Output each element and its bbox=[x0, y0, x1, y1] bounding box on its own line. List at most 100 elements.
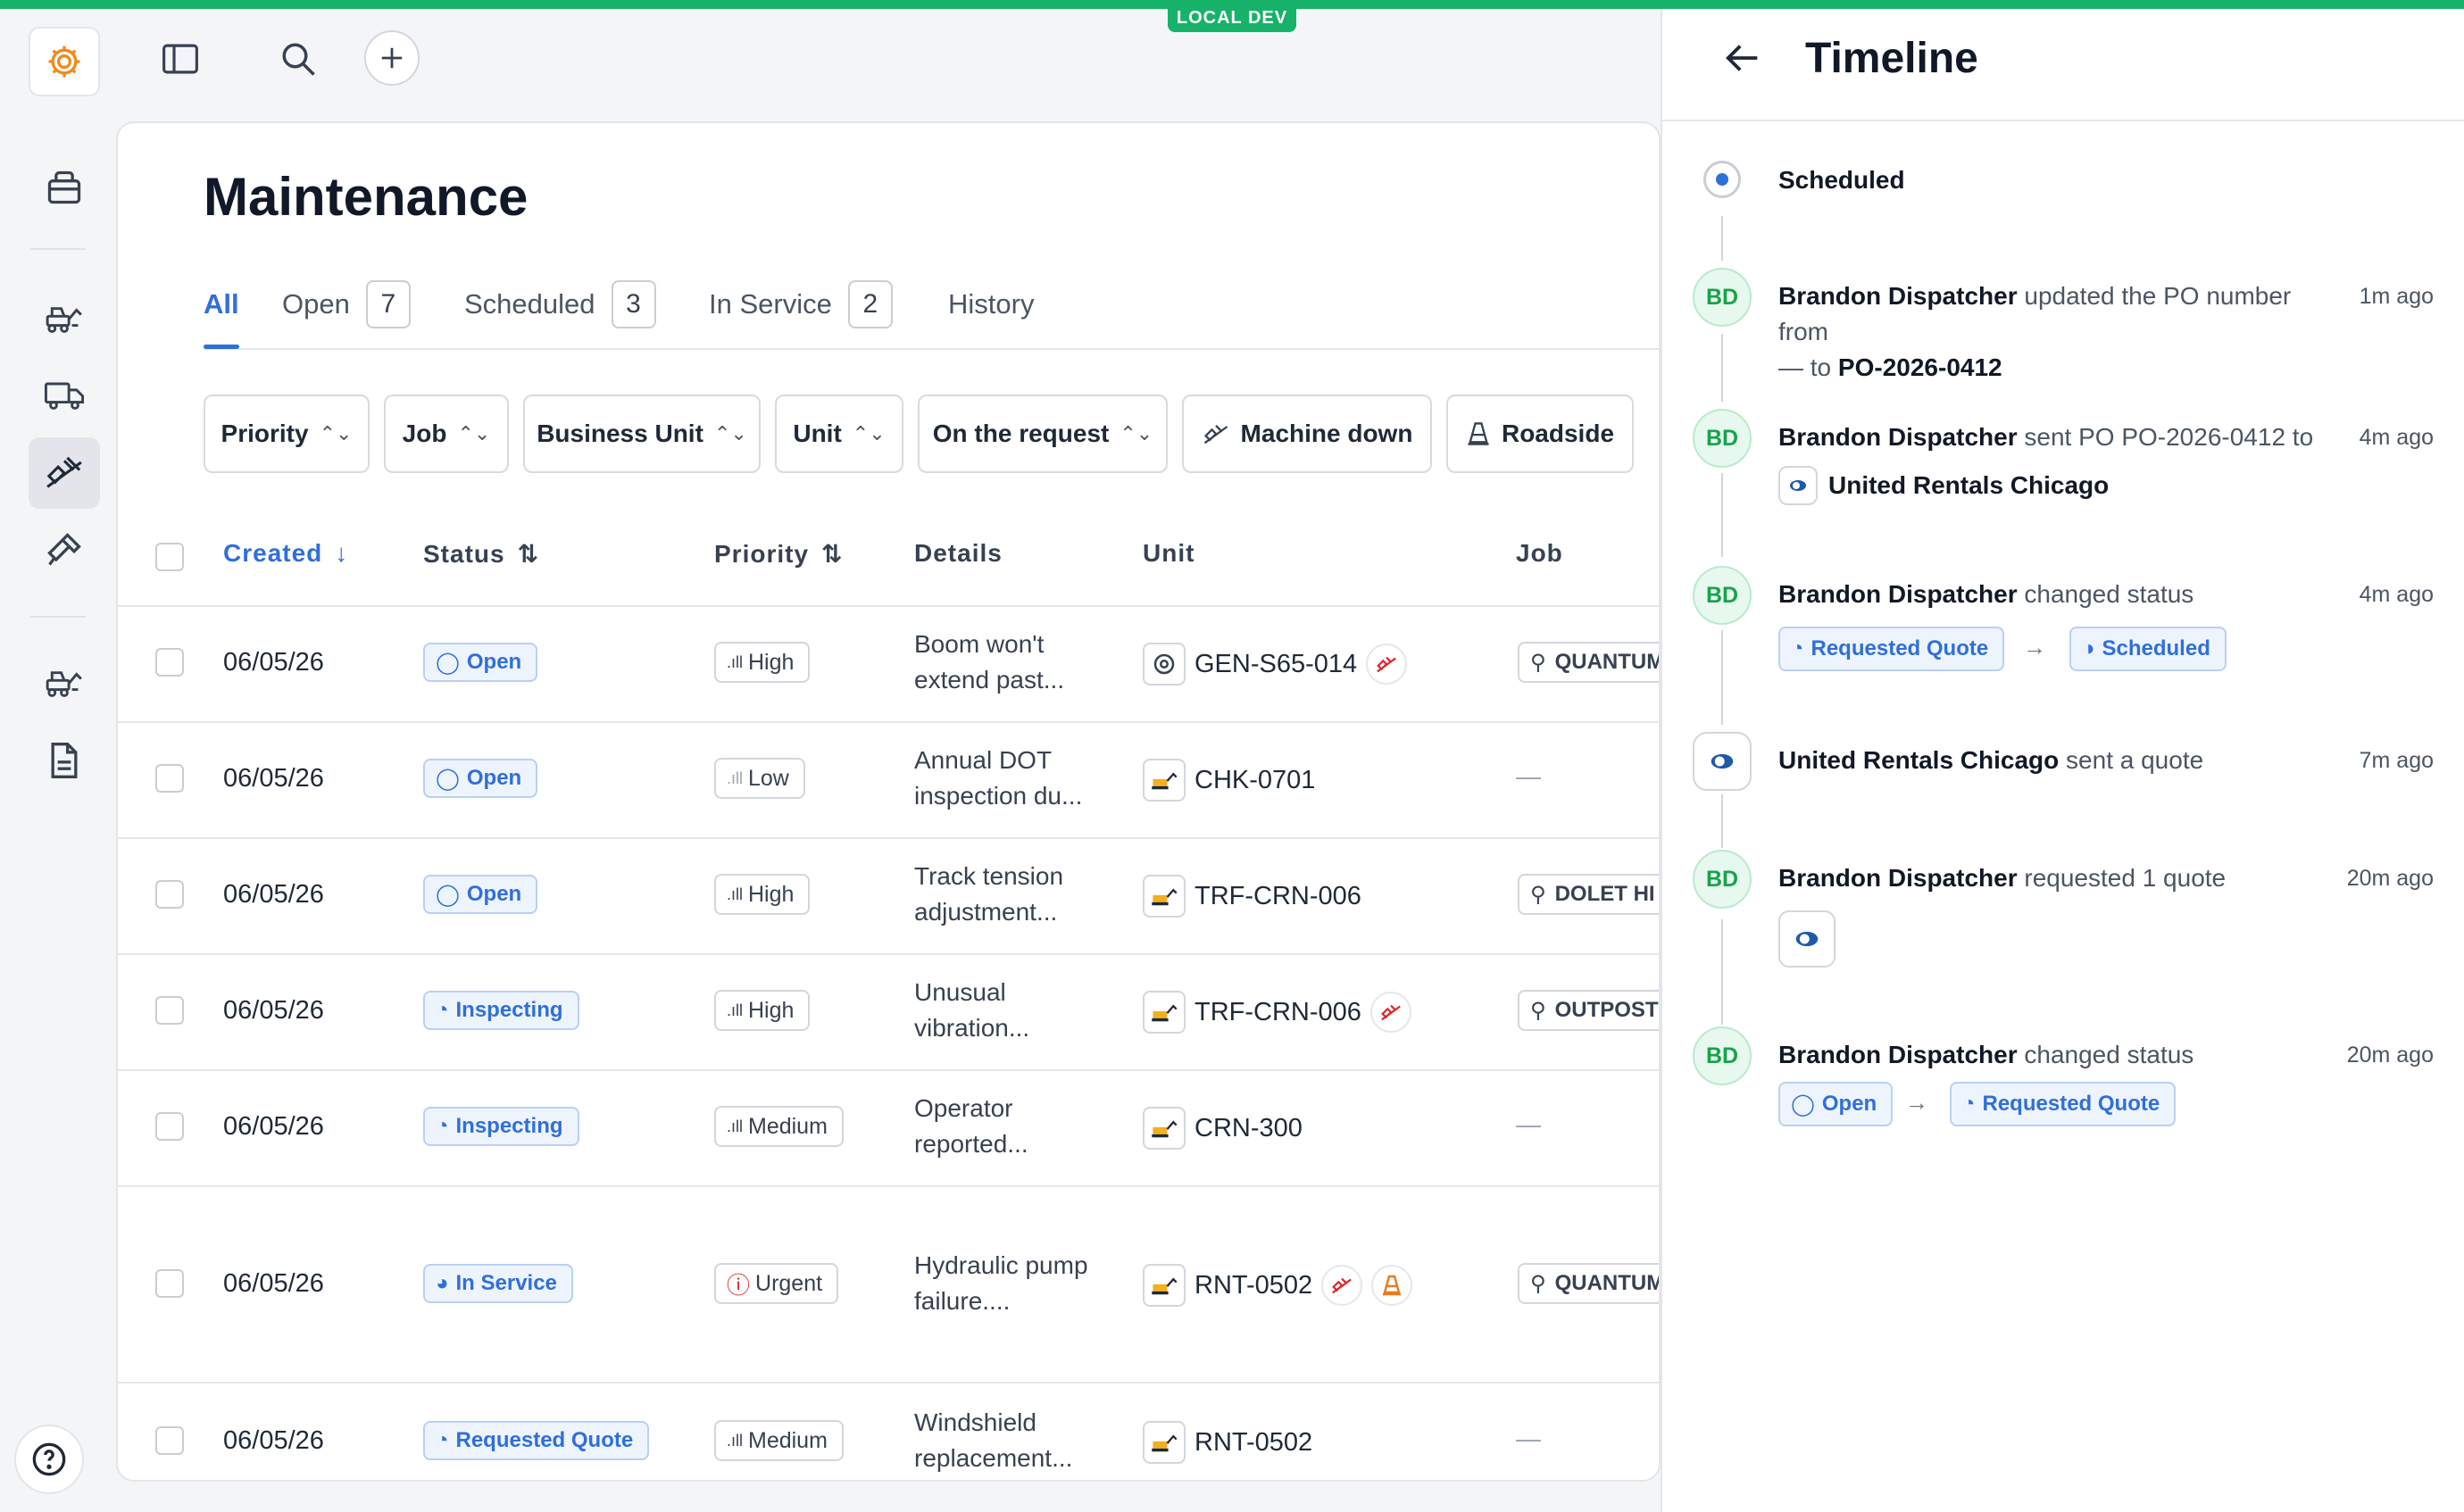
job-chip[interactable]: ⚲ QUANTUM bbox=[1518, 642, 1659, 683]
status-requested-quote-icon: ◔ bbox=[436, 1428, 449, 1452]
add-button[interactable] bbox=[364, 30, 420, 86]
column-unit: Unit bbox=[1143, 539, 1195, 567]
header-divider bbox=[118, 605, 1659, 607]
avatar: BD bbox=[1693, 268, 1752, 327]
filter-machine-down[interactable]: Machine down bbox=[1182, 395, 1432, 473]
priority-badge: .ıll High bbox=[714, 990, 811, 1031]
unit-cell[interactable]: TRF-CRN-006 bbox=[1143, 991, 1411, 1034]
row-details: Operator reported... bbox=[914, 1094, 1028, 1158]
vendor-logo-icon[interactable] bbox=[1778, 910, 1836, 968]
row-checkbox[interactable] bbox=[155, 1269, 184, 1298]
job-empty: — bbox=[1516, 1425, 1541, 1452]
machine-down-icon bbox=[1369, 992, 1411, 1033]
excavator-icon bbox=[1143, 1107, 1186, 1150]
timeline-time: 20m ago bbox=[2346, 866, 2434, 891]
tab-scheduled[interactable]: Scheduled 3 bbox=[464, 277, 656, 332]
column-status[interactable]: Status ⇅ bbox=[423, 539, 539, 569]
priority-badge: .ıll High bbox=[714, 642, 811, 683]
filter-on-request[interactable]: On the request ⌃⌄ bbox=[918, 395, 1168, 473]
traffic-cone-icon bbox=[1371, 1265, 1413, 1306]
unit-cell[interactable]: RNT-0502 bbox=[1143, 1264, 1413, 1307]
job-chip[interactable]: ⚲ OUTPOST bbox=[1518, 990, 1659, 1031]
arrow-right-icon: → bbox=[2023, 634, 2046, 660]
timeline-header: Timeline bbox=[1662, 9, 2464, 121]
row-checkbox[interactable] bbox=[155, 1426, 184, 1455]
tab-in-service[interactable]: In Service 2 bbox=[709, 277, 893, 332]
signal-high-icon: .ıll bbox=[727, 1001, 743, 1019]
status-open-icon: ◯ bbox=[1791, 1092, 1815, 1117]
timeline-time: 20m ago bbox=[2346, 1043, 2434, 1068]
status-open-icon: ◯ bbox=[436, 882, 460, 907]
timeline-event-text: Brandon Dispatcher changed status bbox=[1778, 1041, 2194, 1068]
job-chip[interactable]: ⚲ QUANTUM bbox=[1518, 1263, 1659, 1304]
urgent-alert-icon: ⓘ bbox=[727, 1271, 751, 1299]
status-badge: ◔ Inspecting bbox=[423, 1107, 579, 1146]
unit-cell[interactable]: TRF-CRN-006 bbox=[1143, 875, 1361, 918]
status-badge: ◔ Inspecting bbox=[423, 991, 579, 1030]
tab-open[interactable]: Open 7 bbox=[282, 277, 411, 332]
timeline-connector bbox=[1721, 216, 1723, 261]
current-status-label: Scheduled bbox=[1778, 166, 1905, 194]
rail-document-icon[interactable] bbox=[29, 725, 100, 796]
tab-all[interactable]: All bbox=[204, 277, 239, 332]
tab-history[interactable]: History bbox=[948, 277, 1034, 332]
rail-fleet-icon[interactable] bbox=[29, 646, 100, 718]
app-logo[interactable] bbox=[29, 27, 100, 96]
sort-chevron-icon: ⌃⌄ bbox=[319, 422, 353, 444]
row-divider bbox=[118, 837, 1659, 839]
row-checkbox[interactable] bbox=[155, 648, 184, 677]
row-checkbox[interactable] bbox=[155, 996, 184, 1025]
sort-toggle-icon: ⇅ bbox=[821, 540, 844, 568]
search-icon[interactable] bbox=[270, 30, 327, 87]
status-badge: ◯ Open bbox=[423, 643, 538, 682]
rail-equipment-icon[interactable] bbox=[29, 282, 100, 353]
timeline-connector bbox=[1721, 919, 1723, 1025]
row-divider bbox=[118, 1069, 1659, 1071]
column-created[interactable]: Created ↓ bbox=[223, 539, 348, 568]
avatar: BD bbox=[1693, 566, 1752, 625]
row-checkbox[interactable] bbox=[155, 1112, 184, 1141]
back-button[interactable] bbox=[1723, 37, 1764, 83]
status-inspecting-icon: ◔ bbox=[436, 998, 449, 1022]
filter-job[interactable]: Job ⌃⌄ bbox=[384, 395, 509, 473]
status-to-badge: ◑ Scheduled bbox=[2069, 627, 2227, 671]
filter-business-unit[interactable]: Business Unit ⌃⌄ bbox=[523, 395, 761, 473]
avatar: BD bbox=[1693, 850, 1752, 909]
rail-inventory-icon[interactable] bbox=[29, 152, 100, 223]
row-divider bbox=[118, 1185, 1659, 1187]
timeline-event-text: Brandon Dispatcher sent PO PO-2026-0412 … bbox=[1778, 423, 2314, 451]
unit-cell[interactable]: CHK-0701 bbox=[1143, 759, 1315, 802]
sidebar-toggle-icon[interactable] bbox=[152, 30, 209, 87]
select-all-checkbox[interactable] bbox=[155, 543, 184, 571]
rail-truck-icon[interactable] bbox=[29, 359, 100, 430]
rail-tools-icon[interactable] bbox=[29, 514, 100, 586]
arrow-left-icon bbox=[1726, 45, 1758, 71]
row-divider bbox=[118, 721, 1659, 723]
unit-cell[interactable]: RNT-0502 bbox=[1143, 1421, 1312, 1464]
status-badge: ◯ Open bbox=[423, 875, 538, 914]
env-badge: LOCAL DEV bbox=[1168, 4, 1296, 32]
status-badge: ◔ Requested Quote bbox=[423, 1421, 650, 1460]
unit-cell[interactable]: CRN-300 bbox=[1143, 1107, 1303, 1150]
unit-cell[interactable]: GEN-S65-014 bbox=[1143, 643, 1408, 685]
rail-maintenance-icon[interactable] bbox=[29, 437, 100, 509]
timeline-connector bbox=[1721, 473, 1723, 557]
status-from-badge: ◯ Open bbox=[1778, 1082, 1894, 1126]
signal-medium-icon: .ıll bbox=[727, 1431, 743, 1450]
row-checkbox[interactable] bbox=[155, 764, 184, 793]
help-button[interactable] bbox=[14, 1425, 84, 1494]
row-checkbox[interactable] bbox=[155, 880, 184, 909]
vendor-chip[interactable]: United Rentals Chicago bbox=[1778, 466, 2109, 505]
sort-chevron-icon: ⌃⌄ bbox=[1120, 422, 1153, 444]
help-icon bbox=[32, 1442, 66, 1476]
excavator-icon bbox=[1143, 1264, 1186, 1307]
maintenance-card: Maintenance All Open 7 Scheduled 3 In Serv… bbox=[116, 121, 1661, 1482]
filter-priority[interactable]: Priority ⌃⌄ bbox=[204, 395, 370, 473]
filter-unit[interactable]: Unit ⌃⌄ bbox=[775, 395, 903, 473]
vendor-logo-icon bbox=[1693, 732, 1752, 791]
filter-roadside[interactable]: Roadside bbox=[1446, 395, 1634, 473]
priority-badge: .ıll Low bbox=[714, 758, 805, 799]
column-priority[interactable]: Priority ⇅ bbox=[714, 539, 844, 569]
status-requested-quote-icon: ◔ bbox=[1962, 1092, 1976, 1116]
job-chip[interactable]: ⚲ DOLET HI bbox=[1518, 874, 1659, 915]
